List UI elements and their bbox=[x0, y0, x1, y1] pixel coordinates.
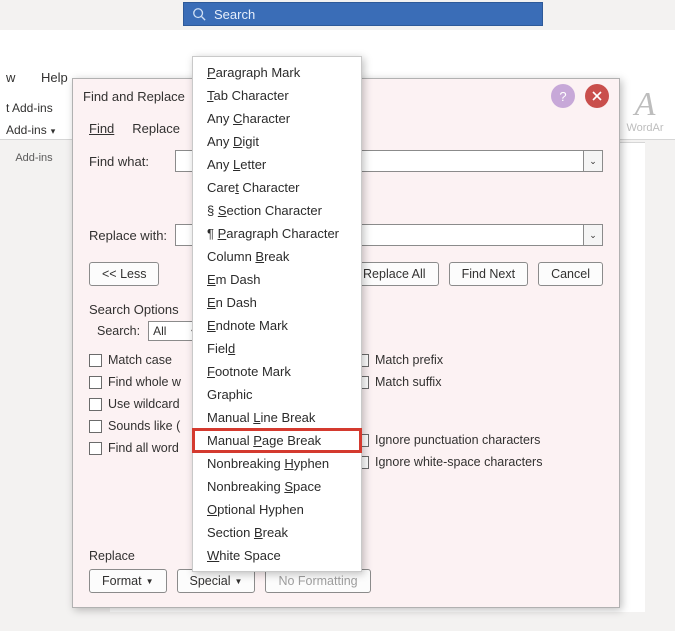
checkbox[interactable] bbox=[89, 398, 102, 411]
menu-item-footnote-mark[interactable]: Footnote Mark bbox=[193, 360, 361, 383]
checkbox-label: Match case bbox=[108, 353, 172, 367]
menu-item-any-digit[interactable]: Any Digit bbox=[193, 130, 361, 153]
menu-item-manual-page-break[interactable]: Manual Page Break bbox=[193, 429, 361, 452]
my-addins-button[interactable]: Add-ins ▾ bbox=[6, 120, 70, 142]
menu-item-caret-character[interactable]: Caret Character bbox=[193, 176, 361, 199]
menu-item-nonbreaking-hyphen[interactable]: Nonbreaking Hyphen bbox=[193, 452, 361, 475]
option-match-prefix[interactable]: Match prefix bbox=[356, 349, 603, 371]
ribbon-tab-help[interactable]: Help bbox=[41, 70, 68, 85]
search-placeholder: Search bbox=[214, 7, 255, 22]
menu-item--section-character[interactable]: § Section Character bbox=[193, 199, 361, 222]
get-addins-button[interactable]: t Add-ins bbox=[6, 98, 70, 120]
chevron-down-icon: ▾ bbox=[51, 126, 56, 136]
checkbox-label: Find all word bbox=[108, 441, 179, 455]
addins-group: t Add-ins Add-ins ▾ bbox=[0, 98, 70, 142]
menu-item-nonbreaking-space[interactable]: Nonbreaking Space bbox=[193, 475, 361, 498]
search-direction-value: All bbox=[153, 324, 166, 338]
menu-item-section-break[interactable]: Section Break bbox=[193, 521, 361, 544]
search-icon bbox=[192, 7, 206, 21]
checkbox[interactable] bbox=[89, 420, 102, 433]
tab-replace[interactable]: Replace bbox=[130, 117, 182, 140]
menu-item-any-character[interactable]: Any Character bbox=[193, 107, 361, 130]
checkbox-label: Use wildcard bbox=[108, 397, 180, 411]
menu-item-white-space[interactable]: White Space bbox=[193, 544, 361, 567]
menu-item-em-dash[interactable]: Em Dash bbox=[193, 268, 361, 291]
menu-item-optional-hyphen[interactable]: Optional Hyphen bbox=[193, 498, 361, 521]
app-search-bar[interactable]: Search bbox=[183, 2, 543, 26]
cancel-button[interactable]: Cancel bbox=[538, 262, 603, 286]
menu-item-column-break[interactable]: Column Break bbox=[193, 245, 361, 268]
replace-with-label: Replace with: bbox=[89, 228, 175, 243]
menu-item-tab-character[interactable]: Tab Character bbox=[193, 84, 361, 107]
option-ignore-punctuation-characters[interactable]: Ignore punctuation characters bbox=[356, 429, 603, 451]
format-button[interactable]: Format ▼ bbox=[89, 569, 167, 593]
ribbon-tab-view-fragment[interactable]: w bbox=[6, 70, 15, 85]
menu-item-endnote-mark[interactable]: Endnote Mark bbox=[193, 314, 361, 337]
search-direction-label: Search: bbox=[97, 324, 140, 338]
less-button[interactable]: << Less bbox=[89, 262, 159, 286]
find-what-label: Find what: bbox=[89, 154, 175, 169]
checkbox-label: Ignore white-space characters bbox=[375, 455, 542, 469]
no-formatting-button[interactable]: No Formatting bbox=[265, 569, 370, 593]
checkbox[interactable] bbox=[89, 354, 102, 367]
replace-all-button[interactable]: Replace All bbox=[350, 262, 439, 286]
help-button[interactable]: ? bbox=[551, 84, 575, 108]
wordart-label: WordAr bbox=[626, 122, 663, 134]
find-next-button[interactable]: Find Next bbox=[449, 262, 529, 286]
checkbox-label: Match suffix bbox=[375, 375, 441, 389]
option-ignore-white-space-characters[interactable]: Ignore white-space characters bbox=[356, 451, 603, 473]
checkbox-label: Match prefix bbox=[375, 353, 443, 367]
checkbox[interactable] bbox=[89, 442, 102, 455]
menu-item-manual-line-break[interactable]: Manual Line Break bbox=[193, 406, 361, 429]
tab-find[interactable]: Find bbox=[87, 117, 116, 140]
menu-item-graphic[interactable]: Graphic bbox=[193, 383, 361, 406]
addins-caption: Add-ins bbox=[2, 152, 66, 164]
option-match-suffix[interactable]: Match suffix bbox=[356, 371, 603, 393]
menu-item-any-letter[interactable]: Any Letter bbox=[193, 153, 361, 176]
close-button[interactable] bbox=[585, 84, 609, 108]
checkbox-label: Ignore punctuation characters bbox=[375, 433, 540, 447]
special-button[interactable]: Special ▼ bbox=[177, 569, 256, 593]
my-addins-label: Add-ins bbox=[6, 123, 47, 137]
checkbox[interactable] bbox=[89, 376, 102, 389]
replace-with-dropdown[interactable]: ⌄ bbox=[583, 224, 603, 246]
special-menu: Paragraph MarkTab CharacterAny Character… bbox=[192, 56, 362, 572]
checkbox-label: Find whole w bbox=[108, 375, 181, 389]
checkbox-label: Sounds like ( bbox=[108, 419, 180, 433]
menu-item--paragraph-character[interactable]: ¶ Paragraph Character bbox=[193, 222, 361, 245]
menu-item-field[interactable]: Field bbox=[193, 337, 361, 360]
wordart-icon: A bbox=[635, 88, 656, 122]
find-what-dropdown[interactable]: ⌄ bbox=[583, 150, 603, 172]
menu-item-en-dash[interactable]: En Dash bbox=[193, 291, 361, 314]
menu-item-paragraph-mark[interactable]: Paragraph Mark bbox=[193, 61, 361, 84]
